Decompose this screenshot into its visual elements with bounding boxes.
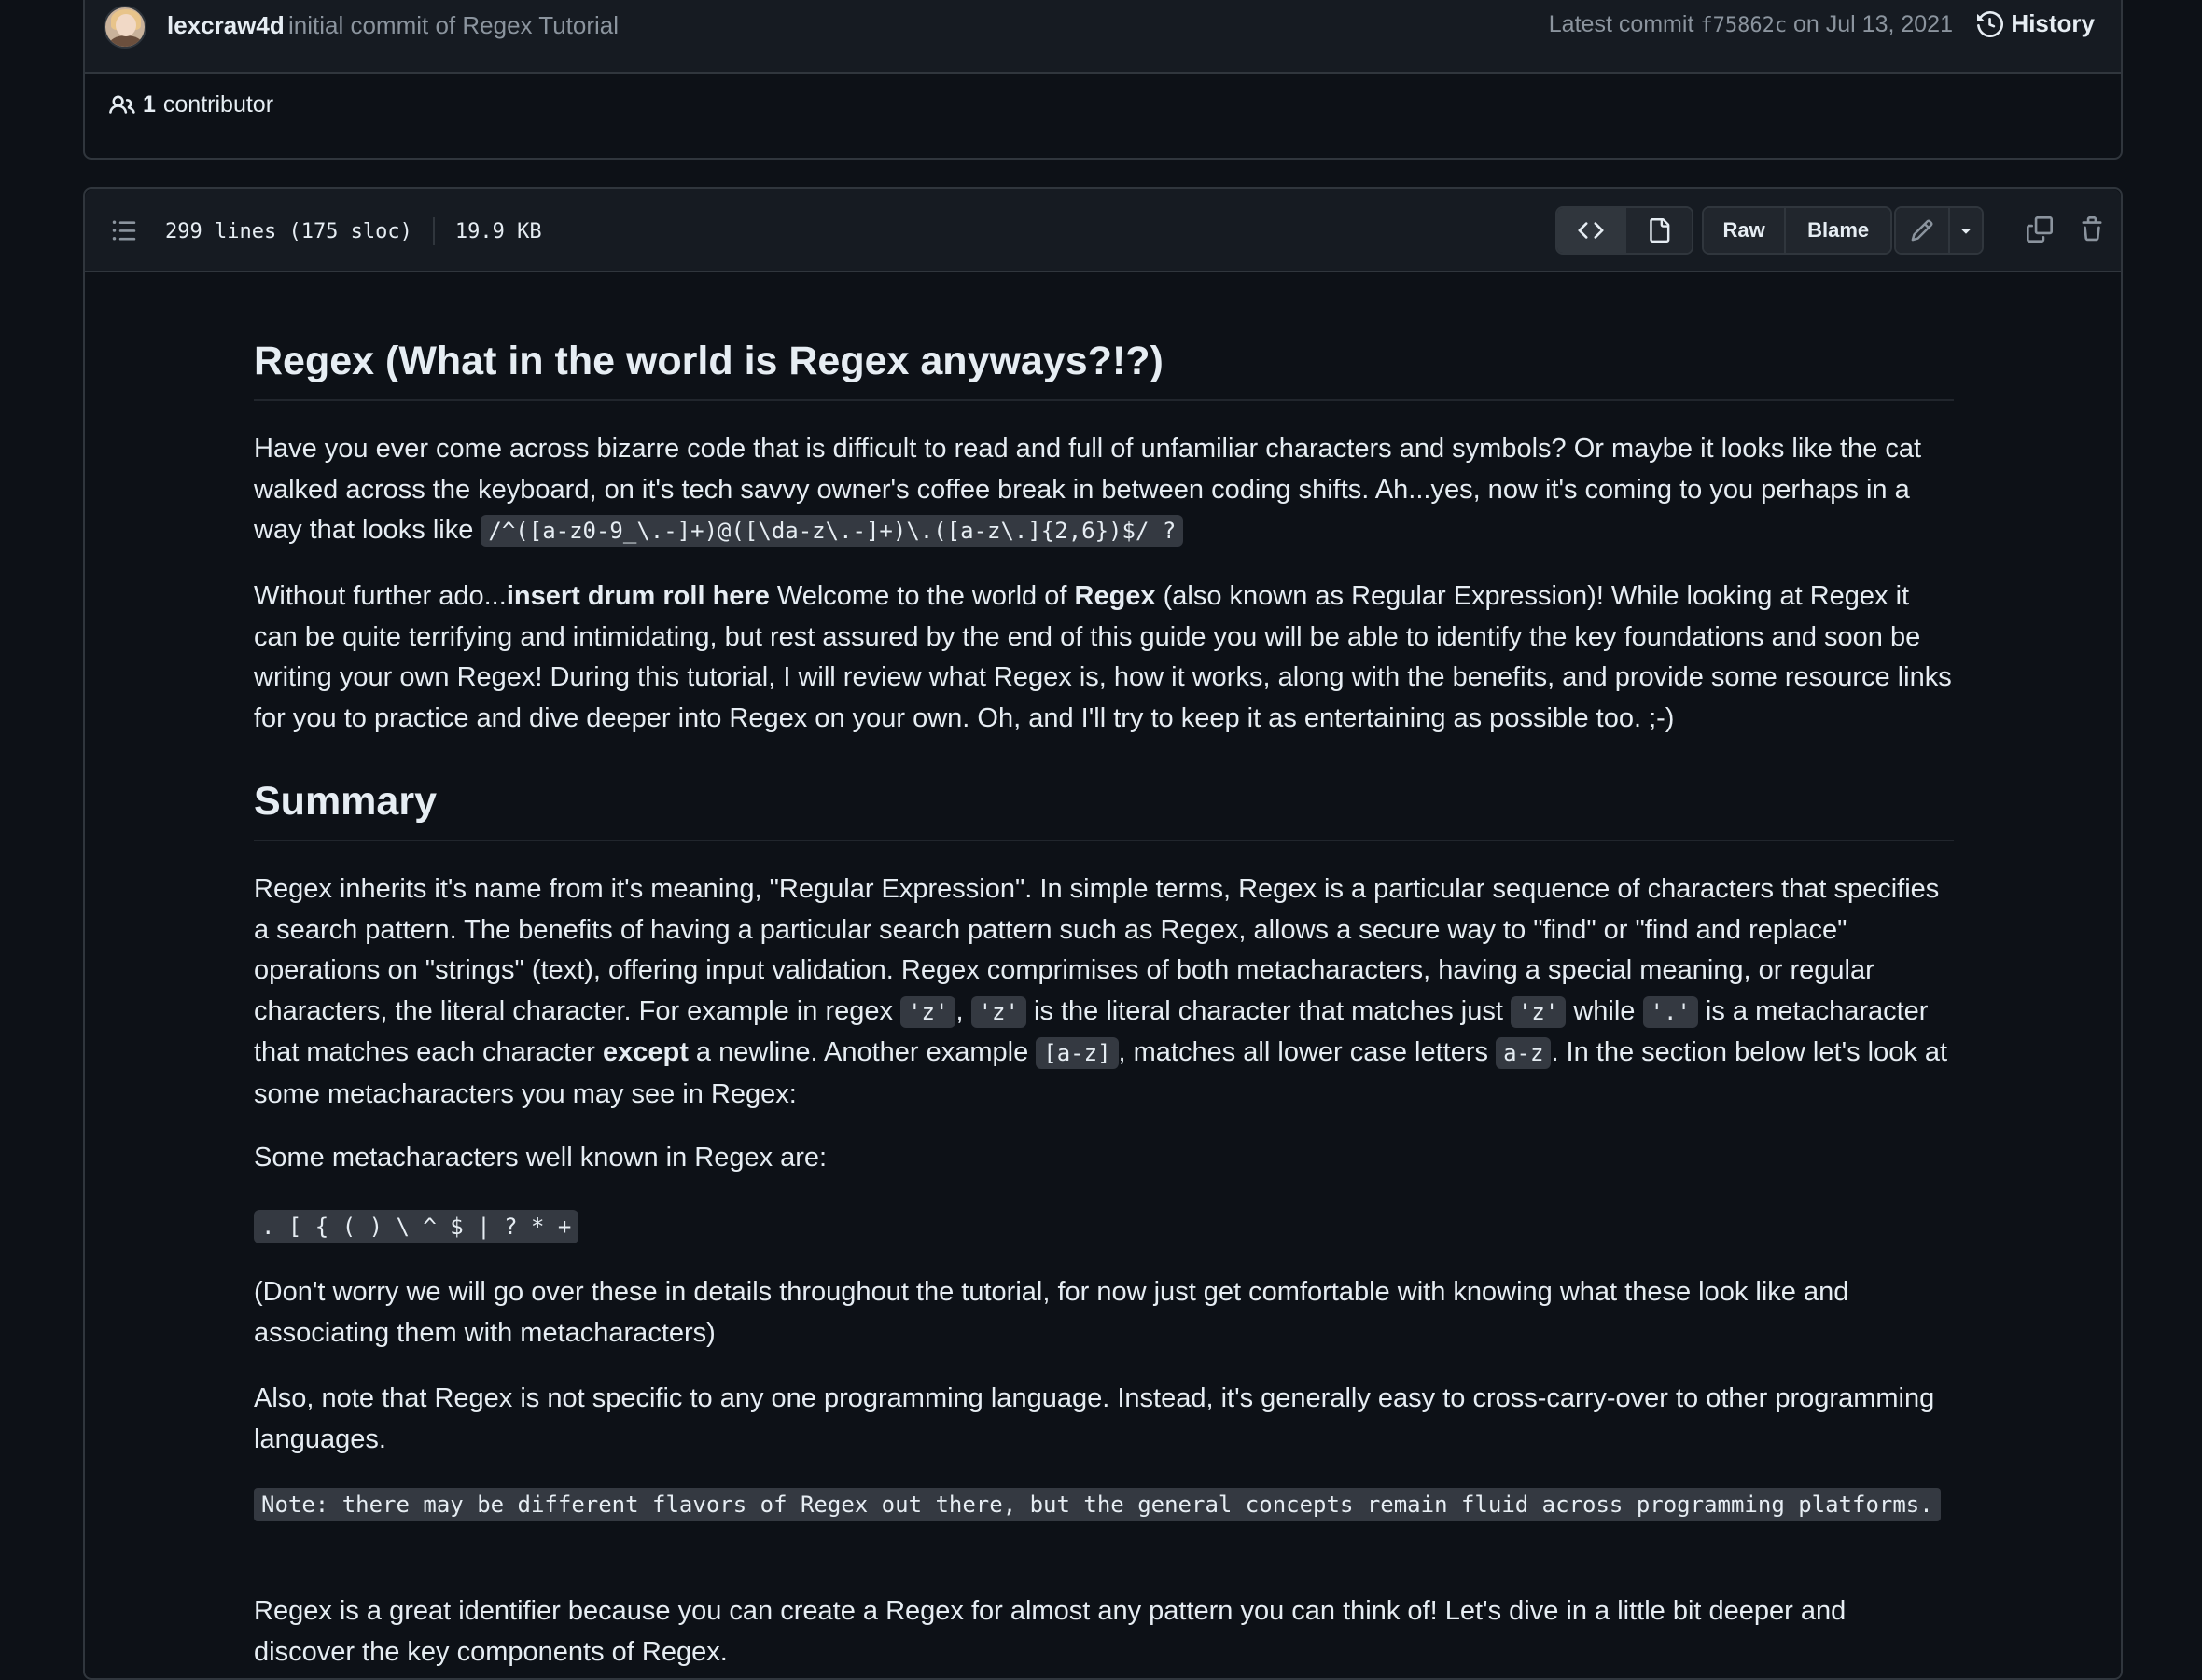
summary-code-3: 'z' bbox=[1510, 995, 1567, 1028]
commit-header: lexcraw4d initial commit of Regex Tutori… bbox=[85, 0, 2121, 74]
copy-button[interactable] bbox=[2024, 214, 2056, 245]
summary-code-6: a-z bbox=[1496, 1037, 1552, 1069]
heading-summary: Summary bbox=[254, 776, 1954, 841]
delete-button[interactable] bbox=[2076, 214, 2108, 245]
closing-paragraph: Regex is a great identifier because you … bbox=[254, 1596, 1847, 1667]
edit-button[interactable] bbox=[1896, 208, 1948, 253]
trash-icon bbox=[2082, 216, 2102, 242]
language-paragraph: Also, note that Regex is not specific to… bbox=[254, 1383, 1935, 1454]
history-link[interactable]: History bbox=[1977, 9, 2095, 38]
summary-text-d: while bbox=[1566, 995, 1643, 1026]
divider bbox=[432, 217, 435, 245]
people-icon bbox=[109, 94, 135, 114]
welcome-text-a: Without further ado... bbox=[254, 581, 507, 611]
latest-commit-box: lexcraw4d initial commit of Regex Tutori… bbox=[83, 0, 2123, 160]
contributors-label: contributor bbox=[162, 91, 274, 118]
copy-icon bbox=[2027, 216, 2053, 243]
summary-code-1: 'z' bbox=[900, 995, 956, 1028]
history-label: History bbox=[2011, 9, 2095, 37]
raw-blame-group: Raw Blame bbox=[1702, 206, 1892, 255]
welcome-bold-a: insert drum roll here bbox=[506, 581, 770, 611]
code-icon bbox=[1578, 222, 1604, 239]
intro-paragraph: Have you ever come across bizarre code t… bbox=[254, 429, 1954, 552]
history-icon bbox=[1977, 10, 2004, 37]
commit-sha-link[interactable]: f75862c bbox=[1700, 14, 1787, 37]
rendered-view-button[interactable] bbox=[1624, 208, 1692, 253]
welcome-bold-b: Regex bbox=[1074, 581, 1156, 611]
commit-date: on Jul 13, 2021 bbox=[1793, 11, 1953, 37]
summary-code-4: '.' bbox=[1642, 995, 1698, 1028]
note-code: Note: there may be different flavors of … bbox=[254, 1488, 1941, 1521]
raw-button[interactable]: Raw bbox=[1704, 208, 1785, 253]
summary-bold: except bbox=[602, 1037, 689, 1067]
summary-paragraph: Regex inherits it's name from it's meani… bbox=[254, 869, 1954, 1115]
note-paragraph: Note: there may be different flavors of … bbox=[254, 1485, 1954, 1525]
blame-button[interactable]: Blame bbox=[1784, 208, 1890, 253]
latest-commit-label: Latest commit bbox=[1548, 11, 1694, 37]
heading-title: Regex (What in the world is Regex anyway… bbox=[254, 336, 1954, 401]
commit-meta: Latest commit f75862c on Jul 13, 2021 bbox=[1549, 11, 1953, 38]
metachar-list: . [ { ( ) \ ^ $ | ? * + bbox=[254, 1207, 1954, 1247]
view-toggle bbox=[1555, 206, 1693, 255]
intro-code: /^([a-z0-9_\.-]+)@([\da-z\.-]+)\.([a-z\.… bbox=[481, 515, 1184, 547]
metachar-intro: Some metacharacters well known in Regex … bbox=[254, 1143, 828, 1173]
table-of-contents-icon[interactable] bbox=[111, 217, 137, 243]
summary-text-g: , matches all lower case letters bbox=[1118, 1037, 1497, 1067]
pencil-icon bbox=[1911, 219, 1933, 242]
summary-text-f: a newline. Another example bbox=[688, 1037, 1037, 1067]
metachar-code: . [ { ( ) \ ^ $ | ? * + bbox=[254, 1210, 579, 1243]
source-view-button[interactable] bbox=[1557, 208, 1624, 253]
file-header: 299 lines (175 sloc) 19.9 KB Raw Blame bbox=[85, 189, 2121, 272]
edit-group bbox=[1894, 206, 1984, 255]
file-icon bbox=[1650, 218, 1670, 243]
triangle-down-icon bbox=[1961, 229, 1971, 234]
welcome-text-b: Welcome to the world of bbox=[769, 581, 1075, 611]
summary-text-b: , bbox=[955, 995, 971, 1026]
commit-author-link[interactable]: lexcraw4d bbox=[167, 11, 285, 40]
summary-code-5: [a-z] bbox=[1036, 1037, 1119, 1069]
welcome-paragraph: Without further ado...insert drum roll h… bbox=[254, 576, 1954, 739]
file-lines: 299 lines (175 sloc) bbox=[165, 219, 412, 243]
file-info: 299 lines (175 sloc) 19.9 KB bbox=[165, 217, 542, 245]
contributors-count: 1 bbox=[143, 91, 156, 118]
file-size: 19.9 KB bbox=[454, 219, 542, 243]
summary-code-2: 'z' bbox=[970, 995, 1026, 1028]
summary-text-c: is the literal character that matches ju… bbox=[1025, 995, 1511, 1026]
edit-dropdown-button[interactable] bbox=[1947, 208, 1982, 253]
contributors-link[interactable]: 1 contributor bbox=[109, 91, 273, 118]
dont-worry-paragraph: (Don't worry we will go over these in de… bbox=[254, 1277, 1849, 1348]
author-avatar[interactable] bbox=[104, 6, 146, 49]
commit-message-link[interactable]: initial commit of Regex Tutorial bbox=[288, 11, 619, 40]
